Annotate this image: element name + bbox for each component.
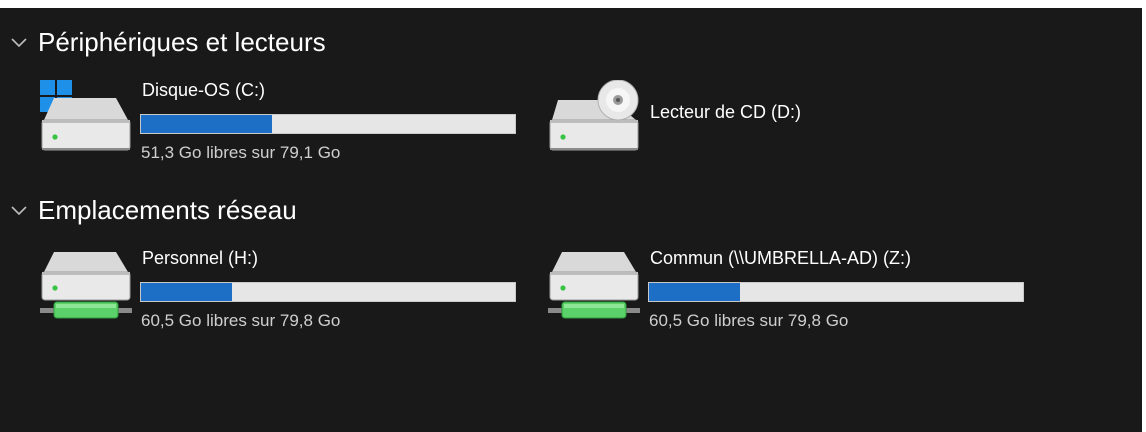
- group-header-devices[interactable]: Périphériques et lecteurs: [10, 26, 326, 58]
- system-drive-icon: [40, 80, 131, 151]
- drive-tile-h[interactable]: Personnel (H:) 60,5 Go libres sur 79,8 G…: [40, 248, 540, 330]
- storage-usage-fill: [141, 115, 273, 133]
- drive-free-space: 60,5 Go libres sur 79,8 Go: [649, 311, 849, 330]
- group-title: Emplacements réseau: [38, 194, 297, 225]
- drive-free-space: 60,5 Go libres sur 79,8 Go: [141, 311, 341, 330]
- storage-usage-bar: [140, 282, 516, 302]
- drive-tile-d[interactable]: Lecteur de CD (D:): [548, 80, 1048, 152]
- chevron-down-icon: [11, 206, 27, 216]
- group-title: Périphériques et lecteurs: [38, 26, 326, 57]
- network-drive-icon: [40, 252, 132, 319]
- drive-free-space: 51,3 Go libres sur 79,1 Go: [141, 143, 341, 162]
- this-pc-drives-panel: Périphériques et lecteurs Disque-OS (C:)…: [0, 8, 1142, 432]
- storage-usage-bar: [648, 282, 1024, 302]
- group-header-network[interactable]: Emplacements réseau: [10, 194, 297, 226]
- drive-name: Lecteur de CD (D:): [650, 102, 802, 122]
- drive-tile-c[interactable]: Disque-OS (C:) 51,3 Go libres sur 79,1 G…: [40, 80, 540, 162]
- drive-name: Personnel (H:): [142, 248, 259, 268]
- storage-usage-fill: [141, 283, 232, 301]
- cd-drive-icon: [549, 80, 639, 151]
- storage-usage-bar: [140, 114, 516, 134]
- drive-name: Disque-OS (C:): [142, 80, 266, 100]
- chevron-down-icon: [11, 38, 27, 48]
- drive-name: Commun (\\UMBRELLA-AD) (Z:): [650, 248, 912, 268]
- storage-usage-fill: [649, 283, 740, 301]
- network-drive-icon: [548, 252, 640, 319]
- drive-tile-z[interactable]: Commun (\\UMBRELLA-AD) (Z:) 60,5 Go libr…: [548, 248, 1048, 330]
